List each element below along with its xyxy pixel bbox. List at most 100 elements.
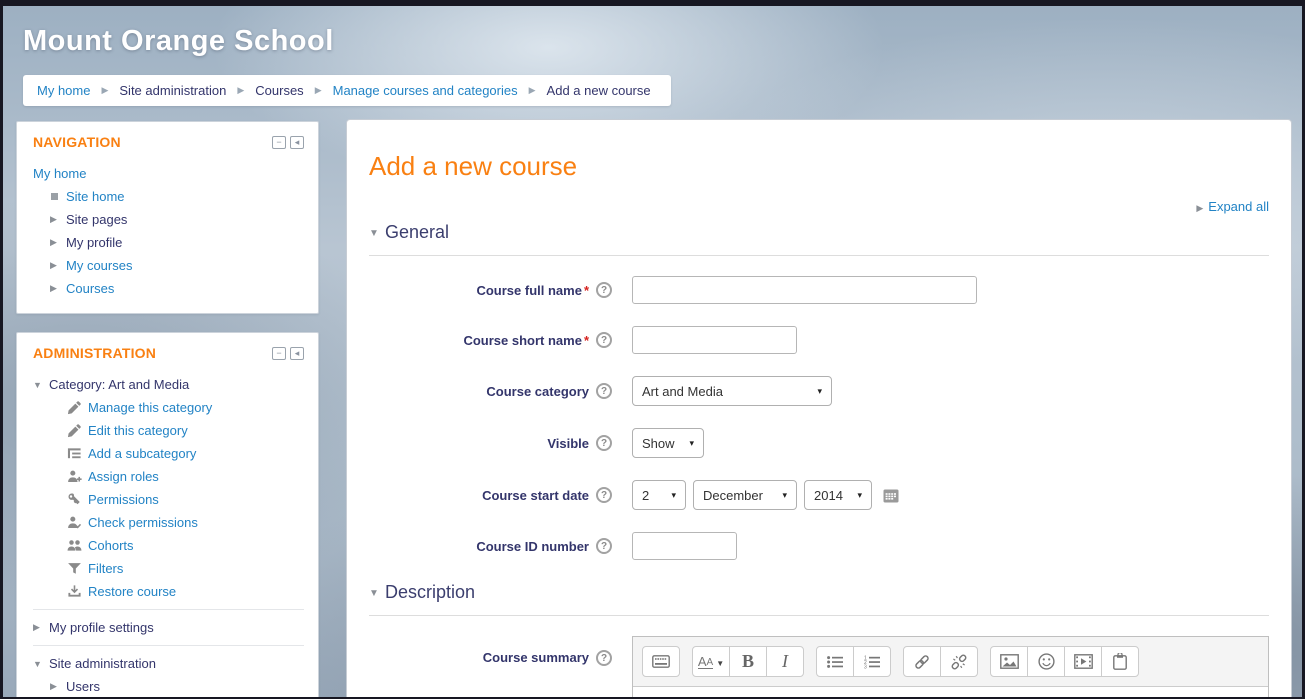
chevron-right-icon[interactable]: ▶	[50, 283, 66, 294]
dropdown-arrow-icon: ▾	[782, 490, 787, 501]
filter-icon	[67, 561, 84, 576]
course-summary-editor[interactable]: AA▼ B I 123	[632, 636, 1269, 697]
expand-all-link[interactable]: Expand all	[1208, 199, 1269, 214]
form-row-course-short-name: Course short name* ?	[369, 326, 1269, 354]
help-icon[interactable]: ?	[596, 487, 612, 503]
admin-item-edit-category[interactable]: Edit this category	[33, 419, 304, 442]
square-bullet-icon	[51, 193, 58, 200]
bold-icon[interactable]: B	[729, 646, 767, 677]
start-date-year-select[interactable]: 2014 ▾	[804, 480, 872, 510]
dropdown-arrow-icon: ▾	[857, 490, 862, 501]
admin-item-assign-roles[interactable]: Assign roles	[33, 465, 304, 488]
unlink-icon[interactable]	[940, 646, 978, 677]
course-id-number-input[interactable]	[632, 532, 737, 560]
divider	[33, 645, 304, 646]
link-icon[interactable]	[903, 646, 941, 677]
form-row-visible: Visible ? Show ▾	[369, 428, 1269, 458]
admin-item-check-permissions[interactable]: Check permissions	[33, 511, 304, 534]
admin-item-users[interactable]: ▶ Users	[33, 675, 304, 697]
chevron-down-icon[interactable]: ▼	[369, 228, 379, 239]
help-icon[interactable]: ?	[596, 435, 612, 451]
breadcrumb-manage-courses[interactable]: Manage courses and categories	[333, 83, 518, 98]
svg-text:3: 3	[864, 664, 867, 669]
restore-icon	[67, 584, 84, 599]
section-description: ▼ Description	[369, 582, 1269, 603]
calendar-icon[interactable]	[883, 488, 899, 503]
emoticon-icon[interactable]	[1027, 646, 1065, 677]
italic-icon[interactable]: I	[766, 646, 804, 677]
assign-roles-icon	[67, 469, 84, 484]
chevron-right-icon[interactable]: ▶	[50, 214, 66, 225]
nav-item-my-courses[interactable]: ▶ My courses	[33, 254, 304, 277]
nav-item-site-home[interactable]: Site home	[33, 185, 304, 208]
navigation-block: NAVIGATION − ◂ My home Site home ▶ Site …	[16, 121, 319, 314]
subcategory-icon	[67, 446, 84, 461]
help-icon[interactable]: ?	[596, 282, 612, 298]
chevron-right-icon[interactable]: ▶	[50, 260, 66, 271]
divider	[369, 255, 1269, 256]
visible-label: Visible	[369, 436, 589, 451]
editor-content-area[interactable]	[633, 687, 1268, 697]
chevron-right-icon[interactable]: ▶	[33, 622, 49, 633]
help-icon[interactable]: ?	[596, 383, 612, 399]
cohorts-icon	[67, 538, 84, 553]
visible-select[interactable]: Show ▾	[632, 428, 704, 458]
nav-item-courses[interactable]: ▶ Courses	[33, 277, 304, 300]
manage-files-icon[interactable]	[1101, 646, 1139, 677]
course-id-number-label: Course ID number	[369, 539, 589, 554]
form-row-course-full-name: Course full name* ?	[369, 276, 1269, 304]
chevron-down-icon[interactable]: ▼	[369, 588, 379, 599]
ordered-list-icon[interactable]: 123	[853, 646, 891, 677]
admin-item-manage-category[interactable]: Manage this category	[33, 396, 304, 419]
dropdown-arrow-icon: ▾	[671, 490, 676, 501]
nav-item-my-profile[interactable]: ▶ My profile	[33, 231, 304, 254]
form-row-course-category: Course category ? Art and Media ▾	[369, 376, 1269, 406]
admin-item-restore-course[interactable]: Restore course	[33, 580, 304, 603]
start-date-month-select[interactable]: December ▾	[693, 480, 797, 510]
breadcrumb: My home ▶ Site administration ▶ Courses …	[23, 75, 671, 106]
collapse-block-icon[interactable]: −	[272, 347, 286, 360]
course-start-date-label: Course start date	[369, 488, 589, 503]
help-icon[interactable]: ?	[596, 650, 612, 666]
admin-item-add-subcategory[interactable]: Add a subcategory	[33, 442, 304, 465]
administration-block: ADMINISTRATION − ◂ ▼ Category: Art and M…	[16, 332, 319, 697]
help-icon[interactable]: ?	[596, 332, 612, 348]
section-general: ▼ General	[369, 222, 1269, 243]
form-row-course-id-number: Course ID number ?	[369, 532, 1269, 560]
dock-block-icon[interactable]: ◂	[290, 136, 304, 149]
course-full-name-input[interactable]	[632, 276, 977, 304]
main-content-panel: Add a new course ▶Expand all ▼ General C…	[346, 119, 1292, 697]
admin-item-my-profile-settings[interactable]: ▶ My profile settings	[33, 616, 304, 639]
breadcrumb-separator-icon: ▶	[237, 85, 244, 96]
course-category-select[interactable]: Art and Media ▾	[632, 376, 832, 406]
collapse-block-icon[interactable]: −	[272, 136, 286, 149]
chevron-right-icon[interactable]: ▶	[50, 681, 66, 692]
chevron-down-icon[interactable]: ▼	[33, 659, 49, 669]
course-summary-label: Course summary	[369, 636, 589, 665]
collapse-toolbar-icon[interactable]	[642, 646, 680, 677]
image-icon[interactable]	[990, 646, 1028, 677]
chevron-down-icon[interactable]: ▼	[33, 380, 49, 390]
admin-item-site-administration[interactable]: ▼ Site administration	[33, 652, 304, 675]
admin-item-cohorts[interactable]: Cohorts	[33, 534, 304, 557]
admin-item-permissions[interactable]: Permissions	[33, 488, 304, 511]
breadcrumb-separator-icon: ▶	[101, 85, 108, 96]
unordered-list-icon[interactable]	[816, 646, 854, 677]
start-date-day-select[interactable]: 2 ▾	[632, 480, 686, 510]
media-icon[interactable]	[1064, 646, 1102, 677]
help-icon[interactable]: ?	[596, 538, 612, 554]
chevron-right-icon[interactable]: ▶	[50, 237, 66, 248]
nav-item-my-home[interactable]: My home	[33, 162, 304, 185]
required-asterisk: *	[584, 333, 589, 348]
page-background: Mount Orange School My home ▶ Site admin…	[3, 6, 1302, 697]
nav-item-site-pages[interactable]: ▶ Site pages	[33, 208, 304, 231]
admin-item-category[interactable]: ▼ Category: Art and Media	[33, 373, 304, 396]
admin-item-filters[interactable]: Filters	[33, 557, 304, 580]
dropdown-arrow-icon: ▾	[689, 438, 694, 449]
course-short-name-label: Course short name*	[369, 333, 589, 348]
font-family-icon[interactable]: AA▼	[692, 646, 730, 677]
course-short-name-input[interactable]	[632, 326, 797, 354]
breadcrumb-courses: Courses	[255, 83, 303, 98]
dock-block-icon[interactable]: ◂	[290, 347, 304, 360]
breadcrumb-my-home[interactable]: My home	[37, 83, 90, 98]
